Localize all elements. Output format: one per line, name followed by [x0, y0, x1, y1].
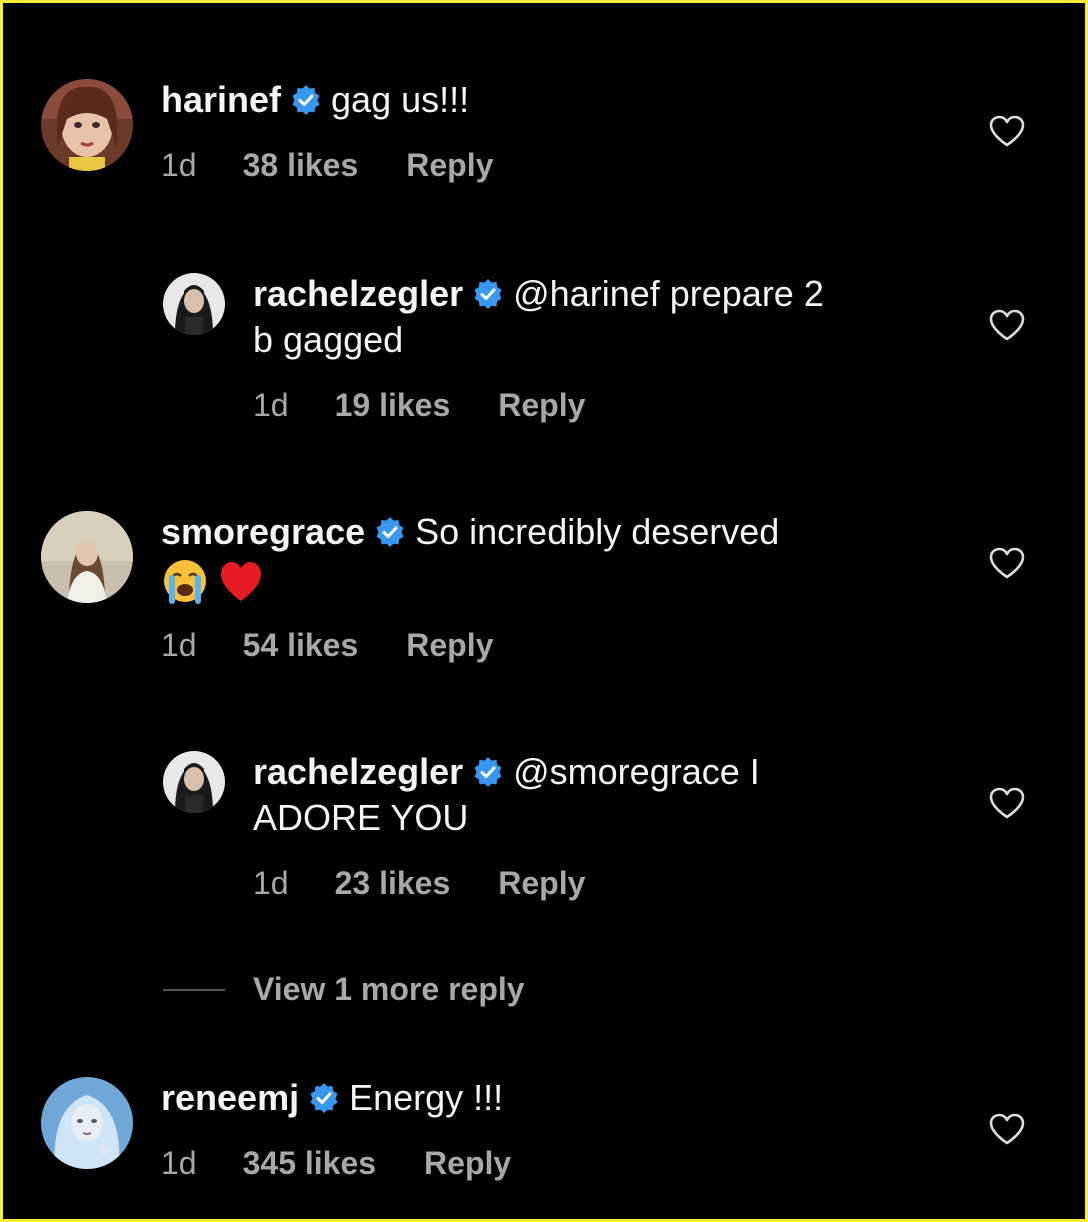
comment-text: Energy !!! [349, 1077, 504, 1118]
heart-icon[interactable] [989, 309, 1025, 341]
heart-icon[interactable] [989, 1113, 1025, 1145]
timestamp: 1d [161, 147, 197, 183]
comment-meta: 1d 54 likes Reply [161, 627, 493, 664]
username[interactable]: harinef [161, 79, 281, 120]
like-count[interactable]: 345 likes [243, 1145, 376, 1181]
reply-button[interactable]: Reply [498, 387, 585, 423]
comment-meta: 1d 23 likes Reply [253, 865, 585, 902]
verified-badge-icon [291, 85, 321, 115]
username[interactable]: reneemj [161, 1077, 299, 1118]
heart-icon[interactable] [989, 787, 1025, 819]
verified-badge-icon [473, 757, 503, 787]
username[interactable]: smoregrace [161, 511, 365, 552]
avatar-smoregrace[interactable] [41, 511, 133, 603]
comments-panel: harinef gag us!!! 1d 38 likes Reply rachelz… [0, 0, 1088, 1222]
timestamp: 1d [161, 627, 197, 663]
reply-button[interactable]: Reply [406, 147, 493, 183]
verified-badge-icon [309, 1083, 339, 1113]
like-count[interactable]: 38 likes [243, 147, 359, 183]
timestamp: 1d [161, 1145, 197, 1181]
comment-body: smoregrace So incredibly deserved [161, 509, 779, 608]
comment-meta: 1d 38 likes Reply [161, 147, 493, 184]
heart-icon[interactable] [989, 547, 1025, 579]
username[interactable]: rachelzegler [253, 273, 463, 314]
reply-button[interactable]: Reply [424, 1145, 511, 1181]
comment-text: @smoregrace I [513, 751, 760, 792]
avatar-rachelzegler[interactable] [163, 273, 225, 335]
timestamp: 1d [253, 387, 289, 423]
reply-button[interactable]: Reply [498, 865, 585, 901]
like-count[interactable]: 23 likes [335, 865, 451, 901]
heart-icon[interactable] [989, 115, 1025, 147]
comment-body: harinef gag us!!! [161, 77, 469, 123]
like-count[interactable]: 19 likes [335, 387, 451, 423]
avatar-harinef[interactable] [41, 79, 133, 171]
verified-badge-icon [473, 279, 503, 309]
comment-text-continued: b gagged [253, 319, 404, 360]
comment-text: gag us!!! [331, 79, 470, 120]
comment-text-continued: ADORE YOU [253, 797, 469, 838]
like-count[interactable]: 54 likes [243, 627, 359, 663]
comment-body: reneemj Energy !!! [161, 1075, 503, 1121]
comment-body: rachelzegler @harinef prepare 2 b gagged [253, 271, 824, 363]
comment-text: @harinef prepare 2 [513, 273, 824, 314]
comment-meta: 1d 345 likes Reply [161, 1145, 511, 1182]
comment-body: rachelzegler @smoregrace I ADORE YOU [253, 749, 760, 841]
username[interactable]: rachelzegler [253, 751, 463, 792]
reply-button[interactable]: Reply [406, 627, 493, 663]
view-more-replies-label[interactable]: View 1 more reply [253, 971, 525, 1008]
verified-badge-icon [375, 517, 405, 547]
avatar-reneemj[interactable] [41, 1077, 133, 1169]
comment-meta: 1d 19 likes Reply [253, 387, 585, 424]
comment-text: So incredibly deserved [415, 511, 780, 552]
avatar-rachelzegler[interactable] [163, 751, 225, 813]
red-heart-emoji [217, 557, 265, 605]
timestamp: 1d [253, 865, 289, 901]
loudly-crying-face-emoji [161, 557, 209, 605]
divider-line [163, 989, 225, 991]
